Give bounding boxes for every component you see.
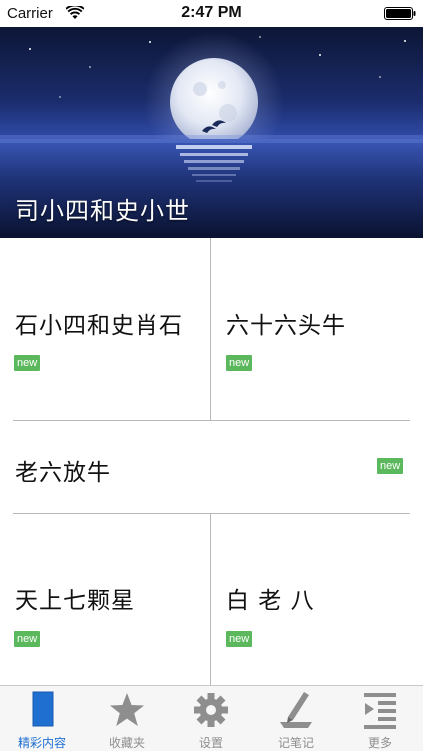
tab-more[interactable]: 更多 bbox=[338, 686, 422, 751]
article-grid: 石小四和史肖石 new 六十六头牛 new 老六放牛 new 天上七颗星 new… bbox=[0, 238, 423, 685]
grid-item-4[interactable]: 天上七颗星 new bbox=[0, 514, 210, 685]
grid-item-title: 石小四和史肖石 bbox=[15, 313, 183, 339]
tab-label: 记笔记 bbox=[277, 736, 314, 750]
tab-featured[interactable]: 精彩内容 bbox=[0, 686, 84, 751]
new-badge: new bbox=[226, 631, 253, 647]
pen-icon bbox=[280, 692, 312, 728]
gear-icon bbox=[194, 693, 228, 727]
new-badge: new bbox=[377, 458, 404, 474]
grid-item-title: 白 老 八 bbox=[226, 588, 315, 614]
status-time: 2:47 PM bbox=[181, 4, 242, 21]
grid-item-title: 六十六头牛 bbox=[226, 313, 346, 339]
grid-item-1[interactable]: 石小四和史肖石 new bbox=[0, 238, 210, 420]
grid-item-5[interactable]: 白 老 八 new bbox=[211, 514, 410, 685]
star-icon bbox=[110, 693, 144, 726]
battery-icon bbox=[384, 7, 416, 20]
new-badge: new bbox=[226, 355, 253, 371]
grid-item-title: 天上七颗星 bbox=[15, 588, 135, 614]
tab-label: 收藏夹 bbox=[108, 736, 145, 750]
new-badge: new bbox=[14, 355, 41, 371]
grid-item-2[interactable]: 六十六头牛 new bbox=[211, 238, 410, 420]
grid-item-title: 老六放牛 bbox=[15, 460, 111, 486]
tab-bar: 精彩内容 收藏夹 设置 记笔记 更多 bbox=[0, 685, 423, 751]
tab-notes[interactable]: 记笔记 bbox=[254, 686, 338, 751]
hero-banner[interactable]: 司小四和史小世 bbox=[0, 27, 423, 238]
hero-title: 司小四和史小世 bbox=[15, 197, 190, 225]
document-icon bbox=[32, 691, 54, 727]
tab-label: 设置 bbox=[198, 736, 223, 750]
tab-label: 精彩内容 bbox=[17, 736, 66, 750]
divider bbox=[210, 514, 211, 685]
divider bbox=[210, 238, 211, 420]
tab-label: 更多 bbox=[367, 736, 392, 750]
tab-settings[interactable]: 设置 bbox=[169, 686, 253, 751]
tab-favorites[interactable]: 收藏夹 bbox=[85, 686, 169, 751]
status-bar: Carrier 2:47 PM bbox=[0, 0, 423, 27]
list-indent-icon bbox=[364, 693, 396, 729]
new-badge: new bbox=[14, 631, 41, 647]
grid-item-3[interactable]: 老六放牛 new bbox=[0, 421, 423, 513]
